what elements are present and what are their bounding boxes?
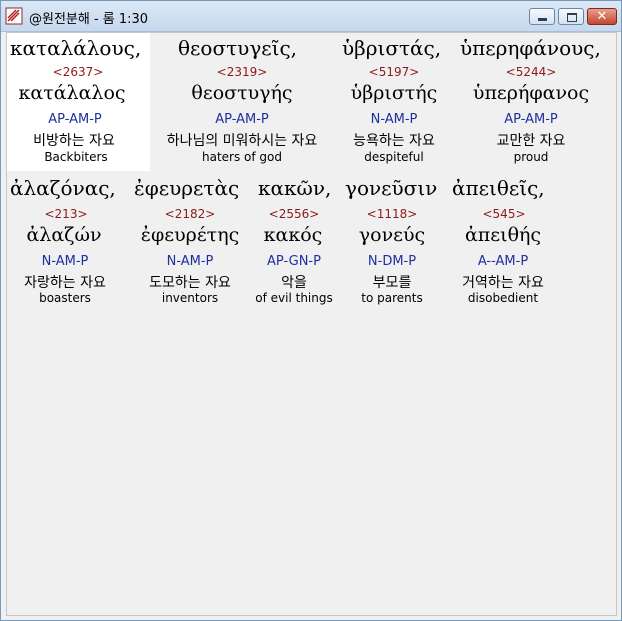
english-gloss: boasters [39, 291, 91, 305]
maximize-button[interactable] [558, 8, 584, 25]
english-gloss: of evil things [255, 291, 333, 305]
english-gloss: haters of god [201, 150, 283, 164]
english-gloss: proud [513, 150, 549, 164]
korean-gloss: 도모하는 자요 [149, 275, 231, 291]
lemma: ἐφευρέτης [140, 224, 240, 246]
word-cell[interactable]: ἐφευρετὰς <2182> ἐφευρέτης N-AM-P 도모하는 자… [132, 173, 257, 311]
strong-number: <5244> [505, 65, 557, 79]
close-button[interactable]: ✕ [587, 8, 617, 25]
word-cell[interactable]: θεοστυγεῖς, <2319> θεοστυγής AP-AM-P 하나님… [150, 33, 336, 171]
greek-word: θεοστυγεῖς, [178, 36, 298, 60]
close-icon: ✕ [596, 9, 608, 24]
english-gloss: to parents [361, 291, 423, 305]
word-cell[interactable]: καταλάλους, <2637> κατάλαλος AP-AM-P 비방하… [7, 33, 150, 171]
strong-number: <2182> [164, 207, 216, 221]
word-cell[interactable]: ἀλαζόνας, <213> ἀλαζών N-AM-P 자랑하는 자요 bo… [7, 173, 132, 311]
word-cell[interactable]: γονεῦσιν <1118> γονεύς N-DM-P 부모를 to par… [342, 173, 447, 311]
app-logo-icon [5, 7, 23, 25]
english-gloss: despiteful [364, 150, 424, 164]
greek-word: κακῶν, [258, 176, 332, 200]
greek-word: ἀπειθεῖς, [452, 176, 545, 200]
strong-number: <2319> [216, 65, 268, 79]
morphology-code: N-AM-P [370, 112, 418, 127]
greek-word: ὑπερηφάνους, [460, 36, 601, 60]
minimize-icon [530, 9, 554, 24]
lemma: ὑβριστής [350, 82, 438, 104]
english-gloss: disobedient [467, 291, 539, 305]
morphology-code: AP-AM-P [504, 112, 558, 127]
lemma: κατάλαλος [18, 82, 126, 104]
lemma: ἀλαζών [26, 224, 102, 246]
greek-word: ὑβριστάς, [342, 36, 442, 60]
morphology-code: AP-GN-P [267, 254, 321, 269]
maximize-icon [559, 9, 583, 24]
morphology-code: N-AM-P [166, 254, 214, 269]
word-cell[interactable]: ὑπερηφάνους, <5244> ὑπερήφανος AP-AM-P 교… [454, 33, 614, 171]
lemma: γονεύς [358, 224, 426, 246]
korean-gloss: 자랑하는 자요 [24, 275, 106, 291]
lemma: ἀπειθής [464, 224, 542, 246]
morphology-code: N-AM-P [41, 254, 89, 269]
window-title: @원전분해 - 롬 1:30 [29, 12, 149, 27]
korean-gloss: 능욕하는 자요 [353, 133, 435, 149]
korean-gloss: 비방하는 자요 [33, 133, 115, 149]
greek-word: ἐφευρετὰς [134, 176, 240, 200]
strong-number: <2556> [268, 207, 320, 221]
greek-word: καταλάλους, [10, 36, 142, 60]
word-cell[interactable]: κακῶν, <2556> κακός AP-GN-P 악을 of evil t… [255, 173, 342, 311]
word-cell[interactable]: ὑβριστάς, <5197> ὑβριστής N-AM-P 능욕하는 자요… [336, 33, 454, 171]
lemma: ὑπερήφανος [472, 82, 590, 104]
lemma: θεοστυγής [191, 82, 293, 104]
morphology-code: A--AM-P [477, 254, 529, 269]
morphology-code: AP-AM-P [48, 112, 102, 127]
strong-number: <545> [482, 207, 526, 221]
app-window: @원전분해 - 롬 1:30 ✕ καταλάλους, <2637> κατά… [0, 0, 622, 621]
korean-gloss: 교만한 자요 [496, 133, 566, 149]
title-bar[interactable]: @원전분해 - 롬 1:30 ✕ [1, 1, 621, 32]
strong-number: <5197> [368, 65, 420, 79]
english-gloss: Backbiters [44, 150, 108, 164]
morphology-code: AP-AM-P [215, 112, 269, 127]
word-analysis-panel: καταλάλους, <2637> κατάλαλος AP-AM-P 비방하… [6, 32, 617, 616]
greek-word: ἀλαζόνας, [10, 176, 116, 200]
morphology-code: N-DM-P [367, 254, 417, 269]
minimize-button[interactable] [529, 8, 555, 25]
greek-word: γονεῦσιν [345, 176, 438, 200]
word-cell[interactable]: ἀπειθεῖς, <545> ἀπειθής A--AM-P 거역하는 자요 … [447, 173, 557, 311]
strong-number: <2637> [52, 65, 104, 79]
strong-number: <213> [44, 207, 88, 221]
lemma: κακός [263, 224, 323, 246]
korean-gloss: 하나님의 미워하시는 자요 [166, 133, 318, 149]
english-gloss: inventors [161, 291, 219, 305]
korean-gloss: 거역하는 자요 [462, 275, 544, 291]
korean-gloss: 부모를 [372, 275, 412, 291]
korean-gloss: 악을 [281, 275, 307, 291]
strong-number: <1118> [366, 207, 418, 221]
